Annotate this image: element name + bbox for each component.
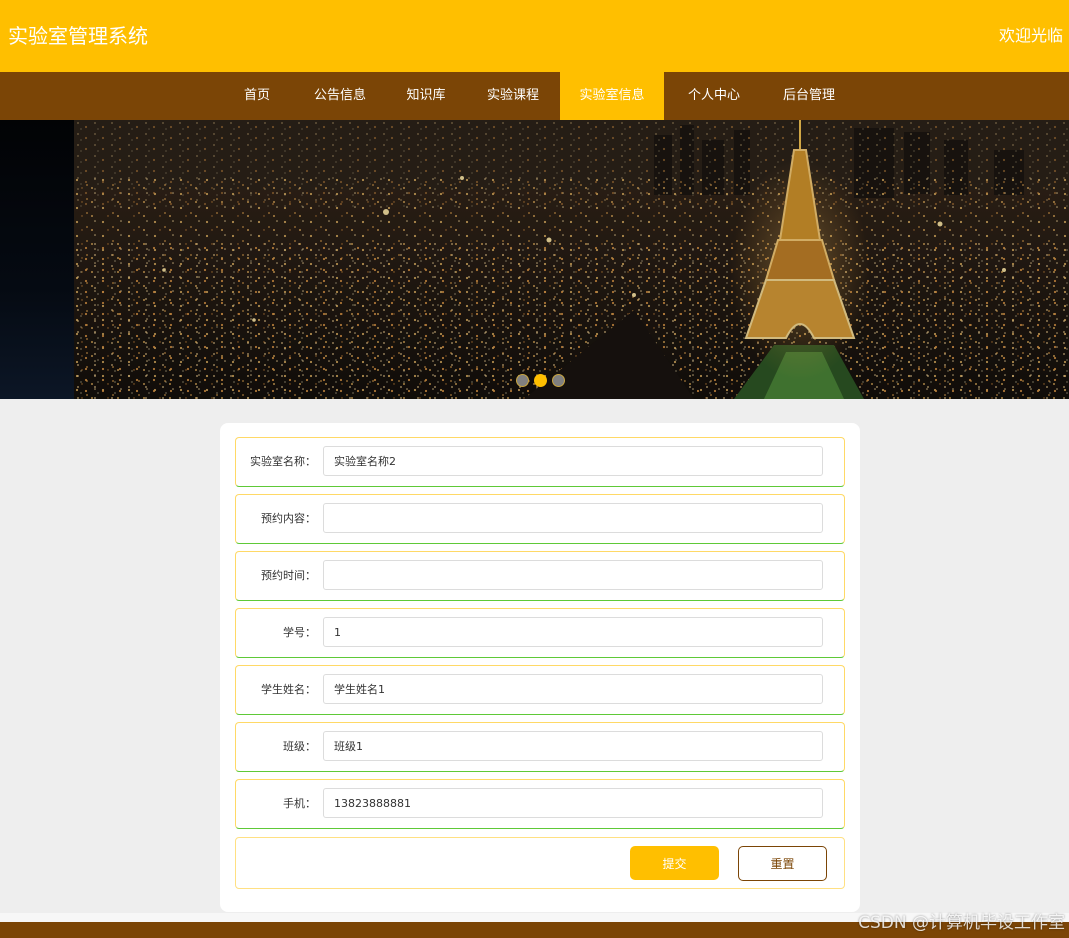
lab-name-input[interactable] <box>323 446 823 476</box>
header-bar: 实验室管理系统 欢迎光临 <box>0 0 1069 72</box>
form-row-student-id: 学号： <box>235 608 845 658</box>
nav-personal-center[interactable]: 个人中心 <box>674 72 754 120</box>
form-row-student-name: 学生姓名： <box>235 665 845 715</box>
booking-form: 实验室名称： 预约内容： 预约时间： 学号： 学生姓名： 班级： 手机： 提交 … <box>220 423 860 912</box>
student-id-label: 学号： <box>283 626 316 639</box>
nav-courses[interactable]: 实验课程 <box>472 72 554 120</box>
student-name-label: 学生姓名： <box>261 683 316 696</box>
banner-previous-slide-edge <box>0 120 74 399</box>
booking-content-label: 预约内容： <box>261 512 316 525</box>
student-name-input[interactable] <box>323 674 823 704</box>
form-row-booking-content: 预约内容： <box>235 494 845 544</box>
welcome-text: 欢迎光临 <box>998 26 1063 45</box>
banner-carousel[interactable] <box>0 120 1069 399</box>
nav-announcements[interactable]: 公告信息 <box>300 72 380 120</box>
reset-button[interactable]: 重置 <box>738 846 827 881</box>
csdn-watermark: CSDN @计算机毕设工作室 <box>858 913 1065 933</box>
form-row-lab-name: 实验室名称： <box>235 437 845 487</box>
nav-knowledge-base[interactable]: 知识库 <box>392 72 460 120</box>
form-actions: 提交 重置 <box>235 837 845 889</box>
class-label: 班级： <box>283 740 316 753</box>
carousel-dot-1[interactable] <box>516 374 529 387</box>
main-nav: 首页 公告信息 知识库 实验课程 实验室信息 个人中心 后台管理 <box>0 72 1069 120</box>
phone-input[interactable] <box>323 788 823 818</box>
carousel-dot-2[interactable] <box>534 374 547 387</box>
lab-name-label: 实验室名称： <box>250 455 316 468</box>
booking-content-input[interactable] <box>323 503 823 533</box>
nav-lab-info[interactable]: 实验室信息 <box>560 72 664 120</box>
class-input[interactable] <box>323 731 823 761</box>
site-title: 实验室管理系统 <box>8 24 148 48</box>
booking-time-input[interactable] <box>323 560 823 590</box>
submit-button[interactable]: 提交 <box>630 846 719 880</box>
phone-label: 手机： <box>283 797 316 810</box>
city-night-image <box>74 120 1069 399</box>
nav-admin[interactable]: 后台管理 <box>768 72 850 120</box>
student-id-input[interactable] <box>323 617 823 647</box>
form-row-booking-time: 预约时间： <box>235 551 845 601</box>
booking-time-label: 预约时间： <box>261 569 316 582</box>
form-row-class: 班级： <box>235 722 845 772</box>
carousel-dot-3[interactable] <box>552 374 565 387</box>
form-row-phone: 手机： <box>235 779 845 829</box>
nav-home[interactable]: 首页 <box>226 72 288 120</box>
